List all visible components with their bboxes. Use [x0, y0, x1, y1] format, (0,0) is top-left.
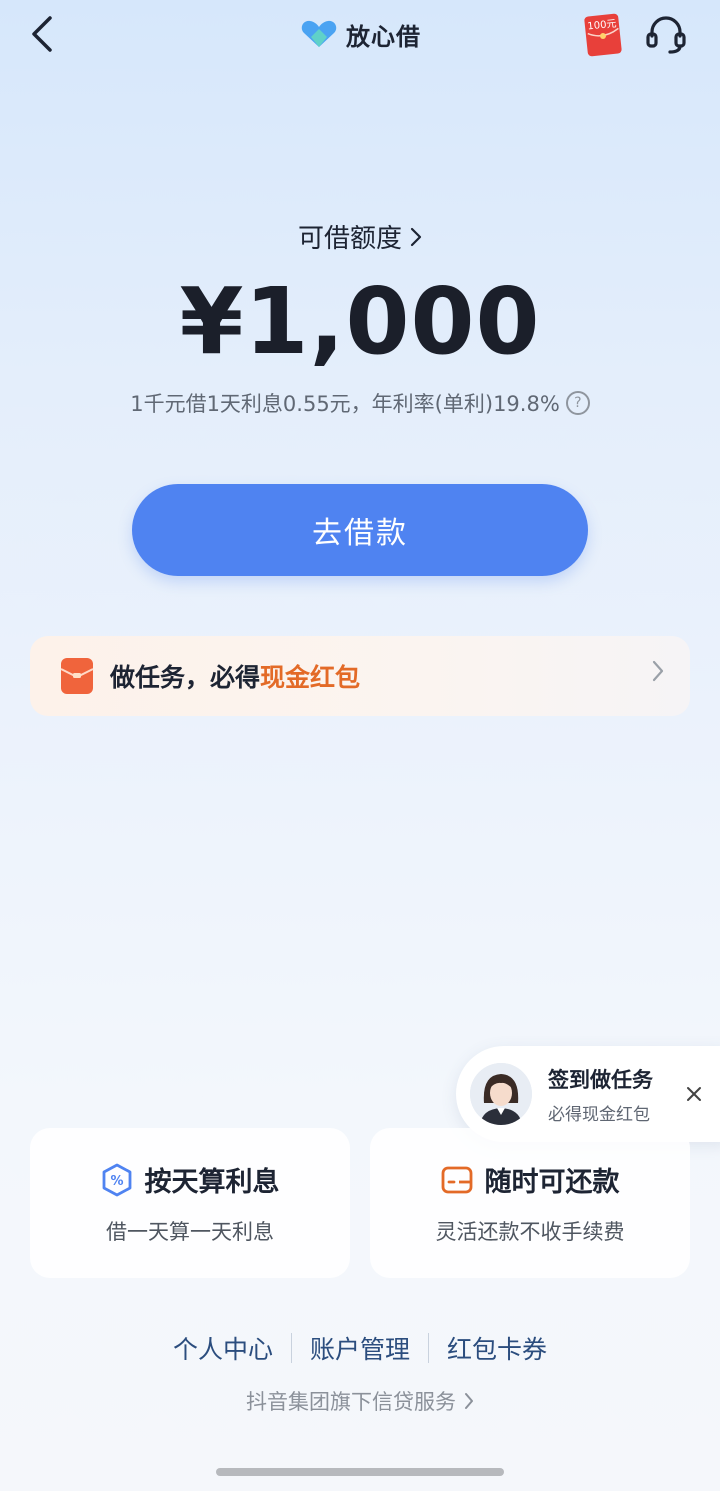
- task-text-prefix: 做任务，必得: [110, 663, 261, 692]
- chevron-left-icon: [32, 16, 52, 52]
- feature-title-row: % 按天算利息: [30, 1160, 350, 1199]
- customer-service-button[interactable]: [644, 12, 688, 56]
- feature-desc: 灵活还款不收手续费: [435, 1220, 625, 1244]
- feature-title: 随时可还款: [484, 1167, 620, 1198]
- borrow-button[interactable]: 去借款: [132, 484, 588, 576]
- help-icon[interactable]: ?: [565, 391, 590, 415]
- feature-card-daily-interest: % 按天算利息 借一天算一天利息: [30, 1128, 350, 1278]
- close-icon[interactable]: [682, 1082, 706, 1106]
- top-bar: 放心借 100元: [0, 0, 720, 70]
- rate-text: 1千元借1天利息0.55元，年利率(单利)19.8%: [130, 392, 560, 416]
- brand-name: 放心借: [346, 22, 421, 51]
- red-packet-icon: [60, 658, 94, 694]
- wallet-icon: [441, 1166, 472, 1193]
- footer-note-link[interactable]: 抖音集团旗下信贷服务: [0, 1386, 720, 1416]
- rate-info: 1千元借1天利息0.55元，年利率(单利)19.8% ?: [0, 388, 720, 418]
- brand: 放心借: [300, 14, 421, 54]
- feature-desc: 借一天算一天利息: [106, 1220, 274, 1244]
- brand-logo-icon: [301, 20, 337, 47]
- red-packet-icon: 100元: [584, 13, 622, 57]
- chevron-right-icon: [652, 660, 664, 682]
- footer-links: 个人中心 账户管理 红包卡券: [0, 1330, 720, 1366]
- coupon-badge[interactable]: 100元: [584, 12, 622, 58]
- percent-icon: %: [102, 1163, 131, 1196]
- feature-title: 按天算利息: [144, 1167, 280, 1198]
- quota-amount: ¥1,000: [179, 268, 541, 375]
- avatar: [470, 1063, 532, 1125]
- task-text-highlight: 现金红包: [260, 663, 361, 692]
- footer-note: 抖音集团旗下信贷服务: [246, 1390, 456, 1414]
- agent-avatar-icon: [470, 1063, 532, 1125]
- headset-icon: [646, 16, 686, 54]
- quota-label-link[interactable]: 可借额度: [0, 218, 720, 255]
- float-card-title: 签到做任务: [548, 1067, 653, 1092]
- chevron-right-icon: [410, 227, 422, 246]
- chevron-right-icon: [465, 1393, 473, 1409]
- task-banner[interactable]: 做任务，必得现金红包: [30, 636, 690, 716]
- footer-link-personal-center[interactable]: 个人中心: [155, 1330, 291, 1366]
- svg-text:%: %: [110, 1174, 123, 1189]
- task-text: 做任务，必得现金红包: [110, 658, 360, 694]
- float-card-subtitle: 必得现金红包: [548, 1104, 650, 1125]
- footer-link-account-management[interactable]: 账户管理: [292, 1330, 428, 1366]
- footer-link-coupons[interactable]: 红包卡券: [429, 1330, 565, 1366]
- float-card-texts: 签到做任务 必得现金红包: [548, 1064, 653, 1125]
- feature-title-row: 随时可还款: [370, 1160, 690, 1199]
- back-button[interactable]: [22, 12, 62, 56]
- home-indicator[interactable]: [216, 1468, 504, 1476]
- feature-card-repay-anytime: 随时可还款 灵活还款不收手续费: [370, 1128, 690, 1278]
- quota-label: 可借额度: [297, 224, 402, 254]
